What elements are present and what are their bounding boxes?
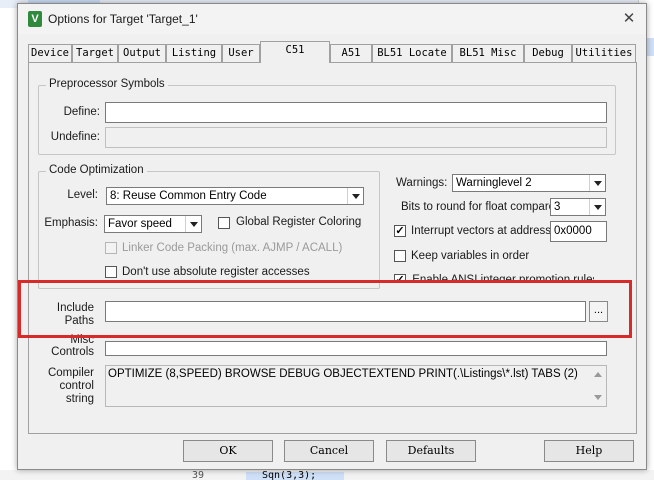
undefine-label: Undefine: <box>50 131 100 143</box>
dont-use-absolute-label: Don't use absolute register accesses <box>122 266 310 278</box>
scroll-up-icon[interactable] <box>594 372 602 377</box>
cancel-button[interactable]: Cancel <box>284 440 374 462</box>
linker-code-packing-label: Linker Code Packing (max. AJMP / ACALL) <box>122 242 343 254</box>
warnings-select-value: Warninglevel 2 <box>456 177 532 189</box>
window-title: Options for Target 'Target_1' <box>48 12 198 26</box>
undefine-input[interactable] <box>105 127 607 148</box>
tab-strip: Device Target Output Listing User C51 A5… <box>28 41 636 63</box>
misc-controls-label-line2: Controls <box>51 346 94 358</box>
tab-bl51-locate[interactable]: BL51 Locate <box>372 44 452 63</box>
code-optimization-group-title: Code Optimization <box>46 164 147 176</box>
tab-utilities[interactable]: Utilities <box>572 44 636 63</box>
chevron-down-icon <box>589 175 605 191</box>
ok-button[interactable]: OK <box>183 440 273 462</box>
compiler-control-label-line1: Compiler <box>47 367 94 379</box>
chevron-down-icon <box>589 199 605 215</box>
chevron-down-icon <box>185 216 201 232</box>
level-select[interactable]: 8: Reuse Common Entry Code <box>106 187 364 205</box>
scroll-down-icon[interactable] <box>594 395 602 400</box>
highlight-annotation-box <box>18 280 632 338</box>
compiler-control-string: OPTIMIZE (8,SPEED) BROWSE DEBUG OBJECTEX… <box>105 365 607 407</box>
tab-output[interactable]: Output <box>118 44 166 63</box>
global-register-coloring-label: Global Register Coloring <box>236 216 362 228</box>
compiler-control-scrollbar[interactable] <box>590 366 606 406</box>
float-bits-select-value: 3 <box>554 201 561 213</box>
tab-device[interactable]: Device <box>28 44 72 63</box>
define-input[interactable] <box>105 102 607 123</box>
compiler-control-label-line2: control <box>59 380 94 392</box>
tab-target[interactable]: Target <box>72 44 118 63</box>
background-line-number: 39 <box>192 471 205 480</box>
emphasis-select[interactable]: Favor speed <box>104 215 202 233</box>
misc-controls-input[interactable] <box>105 341 607 356</box>
keil-app-icon: V <box>28 11 42 27</box>
tab-c51[interactable]: C51 <box>260 41 330 63</box>
tab-bl51-misc[interactable]: BL51 Misc <box>452 44 524 63</box>
compiler-control-label: Compiler control string <box>40 367 94 406</box>
tab-user[interactable]: User <box>222 44 260 63</box>
preprocessor-group-title: Preprocessor Symbols <box>46 78 168 90</box>
chevron-down-icon <box>347 188 363 204</box>
level-select-value: 8: Reuse Common Entry Code <box>110 190 267 202</box>
interrupt-vectors-checkbox[interactable]: ✓ <box>394 225 406 237</box>
define-label: Define: <box>63 106 100 118</box>
level-label: Level: <box>67 189 98 201</box>
close-button[interactable]: ✕ <box>619 9 639 29</box>
dont-use-absolute-checkbox[interactable] <box>105 266 117 278</box>
interrupt-address-input[interactable]: 0x0000 <box>550 221 607 242</box>
keep-variables-label: Keep variables in order <box>411 250 530 262</box>
tab-a51[interactable]: A51 <box>330 44 372 63</box>
compiler-control-string-text: OPTIMIZE (8,SPEED) BROWSE DEBUG OBJECTEX… <box>108 368 578 380</box>
background-code-line: Sqn(3,3); <box>262 471 317 480</box>
linker-code-packing-checkbox[interactable] <box>105 242 117 254</box>
keep-variables-checkbox[interactable] <box>394 250 406 262</box>
title-bar[interactable]: V Options for Target 'Target_1' ✕ <box>18 4 646 34</box>
float-bits-select[interactable]: 3 <box>550 198 606 216</box>
compiler-control-label-line3: string <box>65 393 94 405</box>
defaults-button[interactable]: Defaults <box>386 440 476 462</box>
help-button[interactable]: Help <box>544 440 634 462</box>
interrupt-vectors-label: Interrupt vectors at address: <box>411 225 555 237</box>
tab-listing[interactable]: Listing <box>166 44 222 63</box>
tab-debug[interactable]: Debug <box>524 44 572 63</box>
global-register-coloring-checkbox[interactable] <box>218 217 230 229</box>
warnings-label: Warnings: <box>396 177 448 189</box>
emphasis-select-value: Favor speed <box>108 218 172 230</box>
emphasis-label: Emphasis: <box>44 217 98 229</box>
warnings-select[interactable]: Warninglevel 2 <box>452 174 606 192</box>
float-bits-label: Bits to round for float compare: <box>401 201 559 213</box>
